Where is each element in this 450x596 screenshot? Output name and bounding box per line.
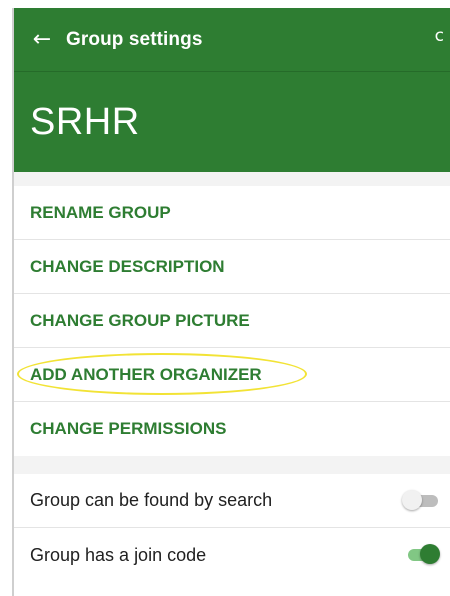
change-group-picture-button[interactable]: CHANGE GROUP PICTURE xyxy=(14,294,450,348)
add-another-organizer-button[interactable]: ADD ANOTHER ORGANIZER xyxy=(14,348,450,402)
menu-item-label: CHANGE PERMISSIONS xyxy=(30,419,227,438)
group-name: SRHR xyxy=(30,100,140,143)
group-toggles: Group can be found by search Group has a… xyxy=(14,474,450,582)
menu-item-label: CHANGE DESCRIPTION xyxy=(30,256,225,276)
searchable-toggle[interactable] xyxy=(402,489,442,513)
toolbar: ← Group settings c xyxy=(14,8,450,71)
section-divider xyxy=(14,172,450,186)
menu-item-label: RENAME GROUP xyxy=(30,202,171,222)
app-screen: ← Group settings c SRHR RENAME GROUP CHA… xyxy=(12,8,450,596)
menu-item-label: CHANGE GROUP PICTURE xyxy=(30,310,250,330)
toolbar-title: Group settings xyxy=(66,28,203,50)
toggle-thumb xyxy=(420,544,440,564)
section-divider xyxy=(14,456,450,474)
rename-group-button[interactable]: RENAME GROUP xyxy=(14,186,450,240)
menu-item-label: ADD ANOTHER ORGANIZER xyxy=(30,364,262,384)
searchable-setting-row: Group can be found by search xyxy=(14,474,450,528)
change-description-button[interactable]: CHANGE DESCRIPTION xyxy=(14,240,450,294)
change-permissions-button[interactable]: CHANGE PERMISSIONS xyxy=(14,402,450,456)
group-actions-menu: RENAME GROUP CHANGE DESCRIPTION CHANGE G… xyxy=(14,186,450,456)
group-header: SRHR xyxy=(14,71,450,172)
setting-label: Group has a join code xyxy=(30,544,207,565)
join-code-setting-row: Group has a join code xyxy=(14,528,450,582)
setting-label: Group can be found by search xyxy=(30,490,273,510)
join-code-toggle[interactable] xyxy=(402,543,442,567)
arrow-left-icon[interactable]: ← xyxy=(14,28,66,51)
toggle-thumb xyxy=(402,489,422,510)
refresh-icon[interactable]: c xyxy=(435,28,444,45)
